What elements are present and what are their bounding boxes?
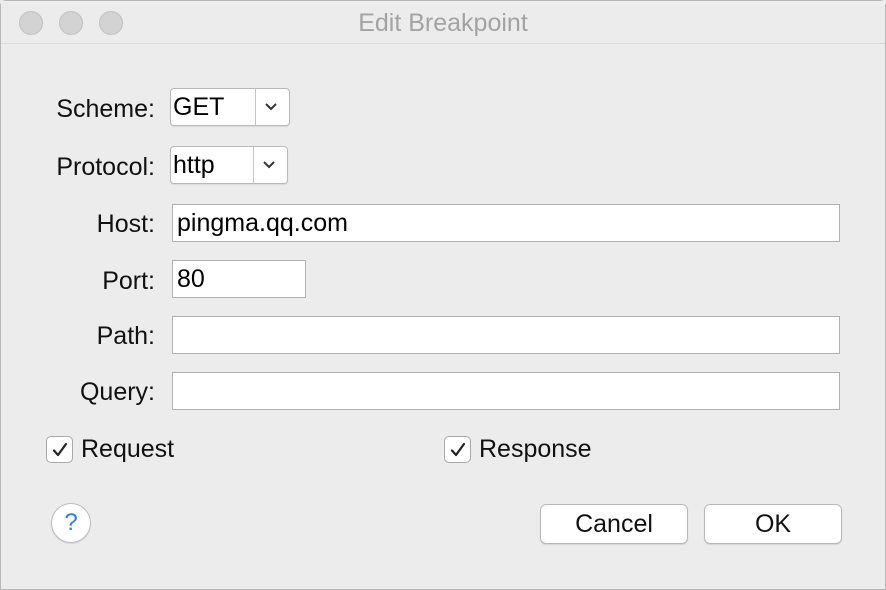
protocol-value: http (173, 151, 215, 179)
path-label: Path: (96, 322, 155, 350)
path-input[interactable] (173, 317, 839, 353)
response-label[interactable]: Response (479, 435, 592, 464)
host-field[interactable] (172, 204, 840, 242)
query-label: Query: (79, 378, 155, 406)
chevron-down-icon (253, 89, 289, 125)
scheme-label: Scheme: (56, 95, 155, 123)
port-field[interactable] (172, 260, 306, 298)
edit-breakpoint-dialog: Edit Breakpoint Scheme: GET Protocol: ht… (0, 0, 886, 590)
help-button[interactable]: ? (51, 503, 91, 543)
checkmark-icon (450, 442, 465, 456)
chevron-down-icon (251, 147, 287, 183)
title-bar: Edit Breakpoint (1, 1, 885, 44)
path-field[interactable] (172, 316, 840, 354)
port-input[interactable] (173, 261, 305, 297)
scheme-popup[interactable]: GET (170, 88, 290, 126)
response-checkbox[interactable] (444, 436, 471, 463)
port-label: Port: (102, 267, 155, 295)
request-label[interactable]: Request (81, 435, 174, 464)
protocol-label: Protocol: (56, 153, 155, 181)
query-input[interactable] (173, 373, 839, 409)
query-field[interactable] (172, 372, 840, 410)
window-title: Edit Breakpoint (358, 9, 528, 37)
host-input[interactable] (173, 205, 839, 241)
scheme-value: GET (173, 93, 225, 121)
request-checkbox[interactable] (46, 436, 73, 463)
cancel-button[interactable]: Cancel (540, 504, 688, 544)
host-label: Host: (96, 210, 155, 238)
protocol-popup[interactable]: http (170, 146, 288, 184)
ok-button[interactable]: OK (704, 504, 842, 544)
checkmark-icon (52, 442, 67, 456)
